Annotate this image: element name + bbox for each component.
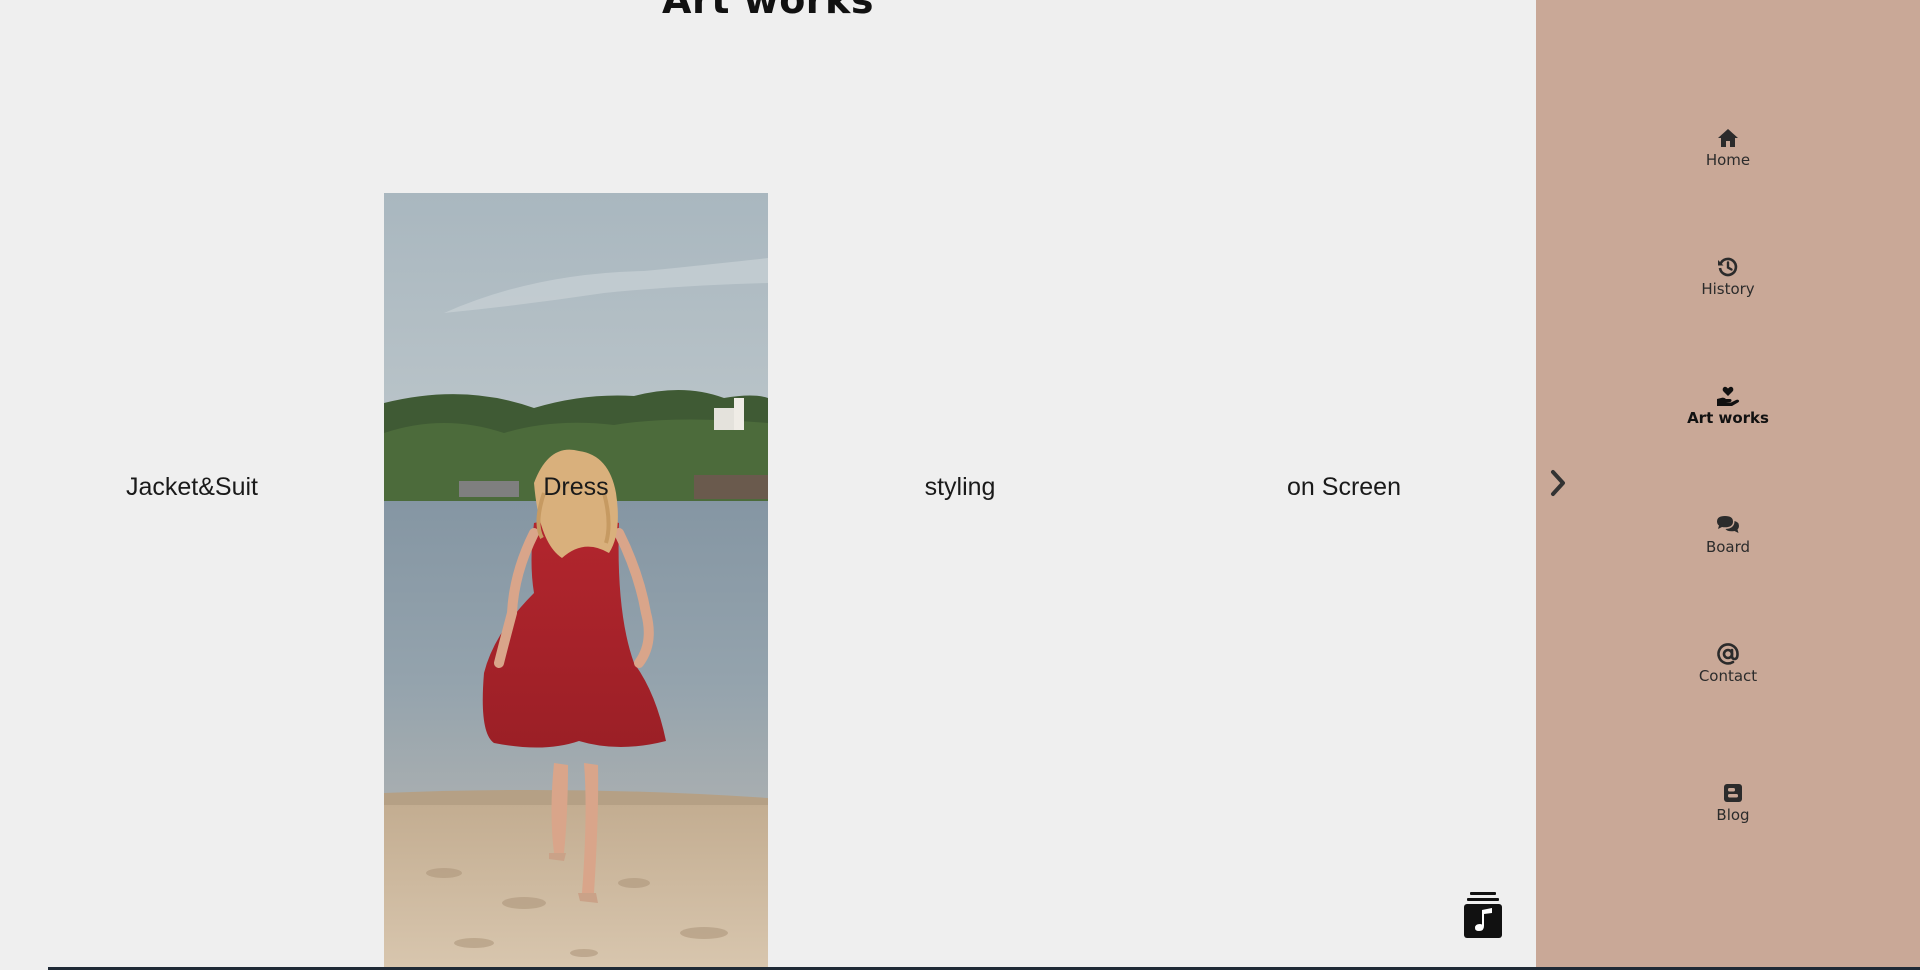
gallery-item-label: Dress xyxy=(543,473,609,501)
gallery: Jacket&Suit Dress styling on Screen xyxy=(0,193,1536,968)
music-playlist-icon[interactable] xyxy=(1464,892,1502,938)
chevron-right-icon[interactable] xyxy=(1547,466,1569,500)
sidebar-item-contact[interactable]: Contact xyxy=(1536,642,1920,685)
at-icon xyxy=(1717,643,1739,665)
blogger-icon xyxy=(1724,784,1742,802)
sidebar-item-label: Blog xyxy=(1716,806,1750,824)
comments-icon xyxy=(1717,516,1739,533)
sidebar-item-blog[interactable]: Blog xyxy=(1541,781,1920,824)
gallery-item-label: on Screen xyxy=(1287,473,1401,501)
sidebar-item-label: Board xyxy=(1705,538,1751,556)
dress-photo xyxy=(384,193,768,968)
gallery-item-label: styling xyxy=(924,473,996,501)
gallery-item-styling[interactable]: styling xyxy=(768,193,1152,968)
home-icon xyxy=(1718,129,1738,147)
sidebar-item-label: Art works xyxy=(1687,409,1769,427)
sidebar-item-home[interactable]: Home xyxy=(1536,126,1920,169)
history-icon xyxy=(1718,257,1738,277)
main-content: Art works Jacket&Suit Dress styling on S… xyxy=(0,0,1536,968)
gallery-item-label: Jacket&Suit xyxy=(125,473,258,501)
sidebar-item-art-works[interactable]: Art works xyxy=(1536,384,1920,427)
sidebar-item-history[interactable]: History xyxy=(1536,255,1920,298)
sidebar-item-label: History xyxy=(1701,280,1755,298)
gallery-item-dress[interactable]: Dress xyxy=(384,193,768,968)
sidebar-item-label: Home xyxy=(1705,151,1751,169)
sidebar-item-board[interactable]: Board xyxy=(1536,513,1920,556)
gallery-item-on-screen[interactable]: on Screen xyxy=(1152,193,1536,968)
hand-holding-heart-icon xyxy=(1717,386,1740,406)
page-title: Art works xyxy=(662,0,874,22)
sidebar-item-label: Contact xyxy=(1698,667,1758,685)
gallery-item-jacket-suit[interactable]: Jacket&Suit xyxy=(0,193,384,968)
